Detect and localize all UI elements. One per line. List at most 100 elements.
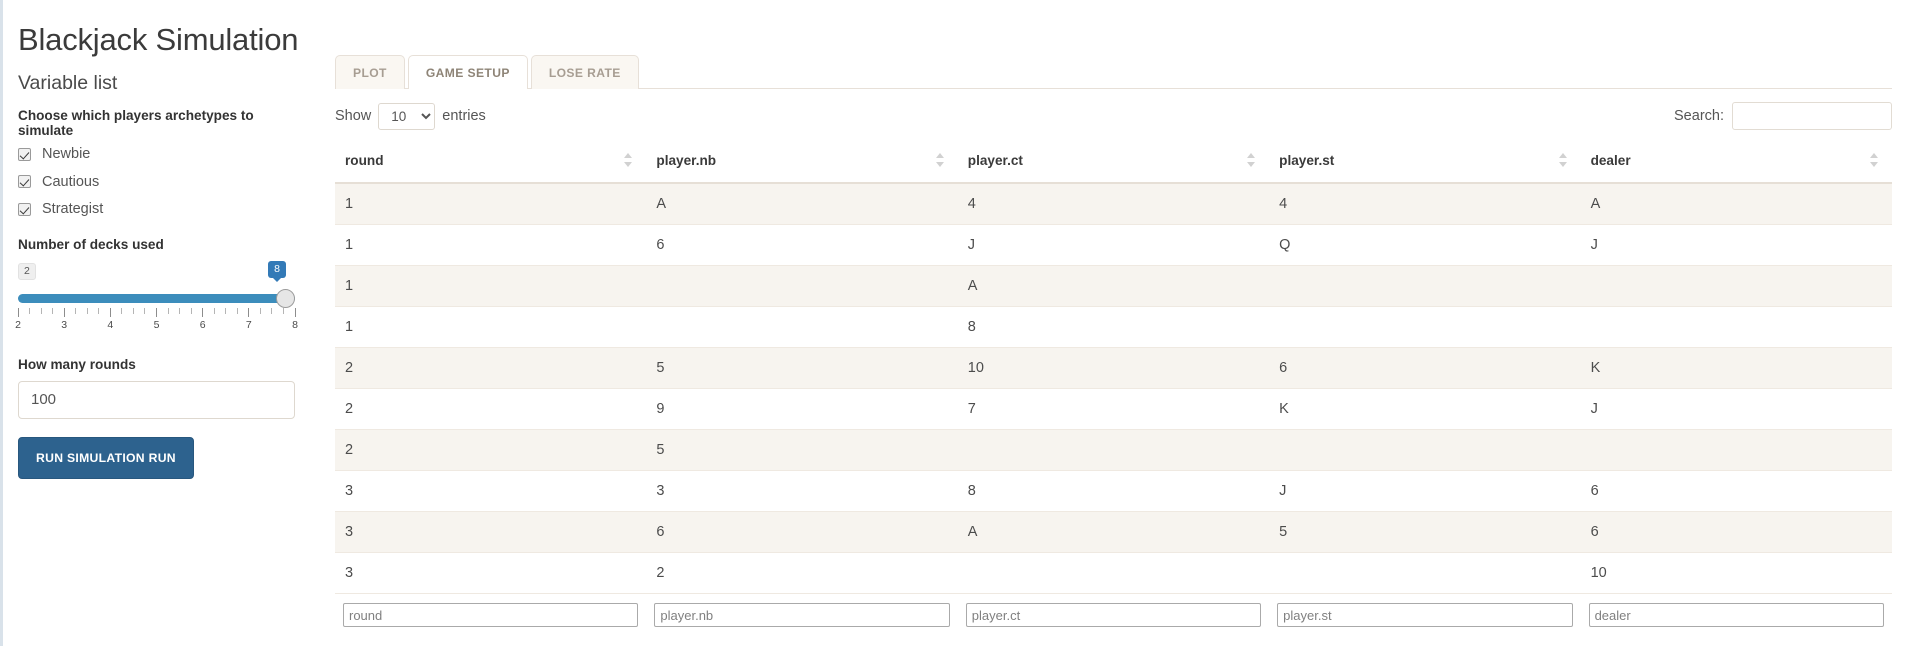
rounds-input[interactable]: [18, 380, 295, 419]
column-filter-dealer[interactable]: [1588, 603, 1884, 627]
column-header-label: player.ct: [967, 153, 1023, 168]
archetype-row-cautious[interactable]: Cautious: [18, 174, 295, 190]
table-row[interactable]: 16JQJ: [335, 224, 1892, 266]
variable-list-heading: Variable list: [18, 72, 118, 94]
tab-lose-rate[interactable]: LOSE RATE: [530, 55, 639, 89]
filter-cell: [1580, 593, 1892, 633]
column-header-player-st[interactable]: player.st: [1269, 144, 1581, 184]
slider-tick: [179, 307, 181, 314]
table-row[interactable]: 3 2 10: [335, 552, 1892, 594]
checkbox-icon[interactable]: [18, 175, 31, 189]
table-cell: 5: [1269, 511, 1581, 553]
app-root: Blackjack Simulation Variable list Choos…: [0, 0, 1920, 646]
table-cell: 7: [957, 388, 1270, 430]
table-cell: [957, 429, 1270, 471]
table-cell: [646, 306, 958, 348]
column-header-label: player.nb: [656, 153, 717, 168]
sort-arrows-icon: [1870, 153, 1878, 167]
table-body: 1 A 4 4 A 1 6 J Q J 1 A 1 8 2 5 10 6 K 2 9 7 K J 2 5 3 3 8 J 6 3 6 A 5 6 3 2 1…: [335, 183, 1892, 594]
table-cell: 3: [335, 552, 647, 594]
slider-tick: [248, 307, 250, 317]
slider-tick: [259, 307, 261, 314]
table-cell: 3: [335, 511, 647, 553]
column-header-player-nb[interactable]: player.nb: [646, 144, 958, 184]
slider-tick-label: 7: [245, 318, 252, 331]
table-cell: 6: [646, 224, 958, 266]
sort-arrows-icon: [624, 153, 633, 167]
table-cell: 6: [1580, 470, 1892, 512]
table-row[interactable]: 297KJ: [335, 388, 1892, 430]
slider-tick: [109, 307, 111, 317]
table-cell: A: [1580, 183, 1892, 225]
column-filter-round[interactable]: [343, 603, 639, 627]
column-header-label: round: [345, 153, 384, 168]
table-footer-filters: [335, 593, 1892, 633]
table-cell: 5: [646, 347, 958, 389]
archetypes-label: Choose which players archetypes to simul…: [18, 108, 254, 138]
archetype-label: Newbie: [42, 146, 91, 162]
column-header-label: dealer: [1590, 153, 1631, 168]
table-cell: [646, 265, 958, 307]
table-cell: 1: [335, 183, 647, 225]
table-cell: 6: [646, 511, 958, 553]
table-row[interactable]: 25: [335, 429, 1892, 471]
table-row[interactable]: 2 5 10 6 K: [335, 347, 1892, 389]
tab-plot[interactable]: PLOT: [335, 55, 405, 89]
search-label: Search:: [1674, 108, 1724, 124]
tab-game-setup[interactable]: GAME SETUP: [407, 55, 528, 89]
show-label: Show: [335, 108, 372, 124]
sort-arrows-icon: [935, 153, 944, 167]
column-header-round[interactable]: round: [335, 144, 647, 184]
column-filter-player-nb[interactable]: [654, 603, 950, 627]
slider-tick: [52, 307, 54, 314]
table-cell: 3: [335, 470, 647, 512]
table-cell: A: [957, 265, 1270, 307]
table-cell: 2: [335, 347, 647, 389]
table-cell: 1: [335, 224, 647, 266]
table-row[interactable]: 1A44A: [335, 183, 1892, 225]
slider-tick: [63, 307, 65, 317]
table-cell: [1580, 306, 1892, 348]
slider-tick: [121, 307, 123, 314]
archetype-row-newbie[interactable]: Newbie: [18, 147, 295, 162]
table-cell: 4: [957, 183, 1270, 225]
slider-tick: [144, 307, 146, 314]
slider-tick: [156, 307, 157, 317]
column-header-dealer[interactable]: dealer: [1580, 144, 1892, 184]
table-cell: 8: [957, 470, 1270, 512]
slider-tick-label: 2: [15, 318, 21, 331]
table-cell: [1580, 265, 1892, 307]
table-cell: A: [646, 183, 958, 225]
entries-select[interactable]: 102550100: [378, 102, 436, 130]
column-filter-player-st[interactable]: [1277, 603, 1573, 627]
sort-arrows-icon: [1247, 153, 1256, 167]
slider-tick: [202, 307, 204, 317]
table-cell: Q: [1269, 224, 1581, 266]
decks-slider[interactable]: [18, 288, 295, 308]
checkbox-icon[interactable]: [18, 147, 31, 161]
column-header-player-ct[interactable]: player.ct: [957, 144, 1270, 184]
table-cell: K: [1269, 388, 1581, 430]
table-cell: 2: [335, 388, 647, 430]
table-row[interactable]: 36A56: [335, 511, 1892, 553]
table-row[interactable]: 1A: [335, 265, 1892, 307]
table-cell: J: [1580, 388, 1892, 430]
slider-tick-labels: 2 3 4 5 6 7 8: [15, 318, 298, 335]
table-header: round player.nb player.ct player.st dealer: [335, 144, 1892, 184]
table-cell: [957, 552, 1270, 594]
table-row[interactable]: 18: [335, 306, 1892, 348]
slider-tick-label: 4: [107, 318, 114, 331]
column-filter-player-ct[interactable]: [965, 603, 1262, 627]
search-control: Search:: [1674, 102, 1892, 130]
slider-tick: [132, 307, 134, 314]
checkbox-icon[interactable]: [18, 202, 31, 216]
slider-tick-label: 8: [292, 318, 298, 331]
search-input[interactable]: [1732, 102, 1892, 130]
archetype-row-strategist[interactable]: Strategist: [18, 202, 295, 217]
slider-handle[interactable]: [276, 288, 295, 308]
table-cell: [1269, 552, 1581, 594]
run-simulation-button[interactable]: RUN SIMULATION RUN: [18, 436, 194, 479]
slider-tick: [271, 307, 273, 314]
slider-ticks: [17, 307, 296, 317]
table-row[interactable]: 338J6: [335, 470, 1892, 512]
